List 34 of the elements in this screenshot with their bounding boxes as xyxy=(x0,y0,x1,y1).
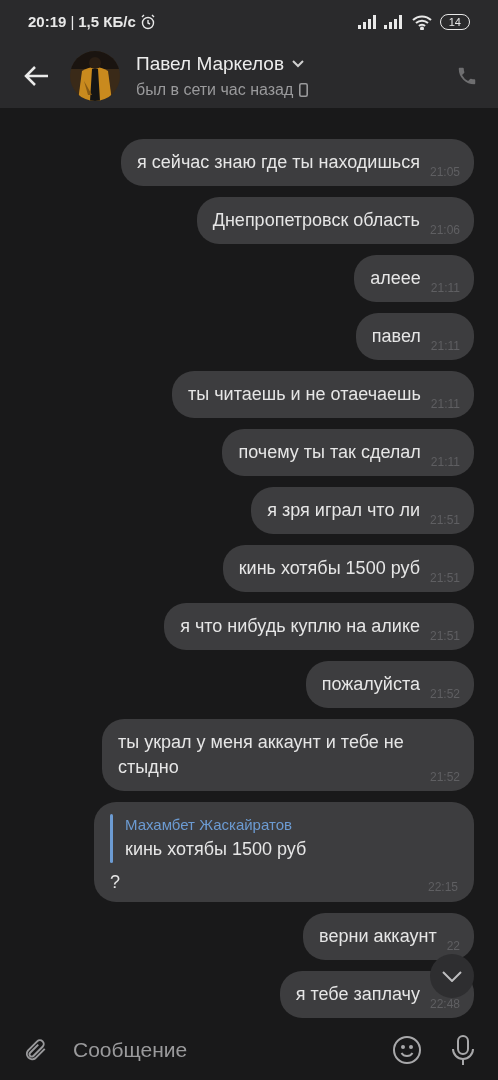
phone-device-icon xyxy=(299,83,309,98)
signal-icon xyxy=(357,15,378,29)
message-text: ты читаешь и не отаечаешь xyxy=(188,382,421,406)
message-text: павел xyxy=(371,324,421,348)
message-text: ? xyxy=(110,871,120,894)
reply-text: кинь хотябы 1500 руб xyxy=(125,838,307,861)
message-text: я тебе заплачу xyxy=(295,983,420,1006)
message-field[interactable]: Сообщение xyxy=(73,1034,392,1066)
chevron-down-icon[interactable] xyxy=(292,60,304,68)
status-time: 20:19 xyxy=(28,11,67,32)
quote-bar xyxy=(110,813,113,863)
microphone-icon[interactable] xyxy=(450,1034,476,1066)
message-text: пожалуйста xyxy=(321,672,420,696)
message-text: ты украл у меня аккаунт и тебе не стыдно xyxy=(118,730,405,779)
signal-icon xyxy=(383,15,404,29)
alarm-icon xyxy=(139,14,156,30)
last-seen-status: был в сети час назад xyxy=(136,80,294,101)
reply-author: Махамбет Жаскайратов xyxy=(125,814,293,835)
message-text: верни аккаунт xyxy=(319,925,437,948)
message-text: я сейчас знаю где ты находишься xyxy=(137,150,420,174)
message-text: я что нибудь куплю на алике xyxy=(180,614,420,638)
contact-name[interactable]: Павел Маркелов xyxy=(136,49,284,79)
message-text: я зря играл что ли xyxy=(267,498,420,522)
network-speed: 1,5 КБ/с xyxy=(78,11,136,32)
phone-icon[interactable] xyxy=(456,65,478,87)
message-text: почему ты так сделал xyxy=(238,440,421,464)
wifi-icon xyxy=(411,14,432,30)
back-icon[interactable] xyxy=(23,65,49,87)
chevron-down-icon[interactable] xyxy=(442,970,462,982)
emoji-icon[interactable] xyxy=(392,1035,422,1065)
message-text: алеее xyxy=(370,266,421,290)
status-divider: | xyxy=(70,11,75,32)
message-text: кинь хотябы 1500 руб xyxy=(238,556,420,580)
message-text: Днепропетровск область xyxy=(212,208,420,232)
